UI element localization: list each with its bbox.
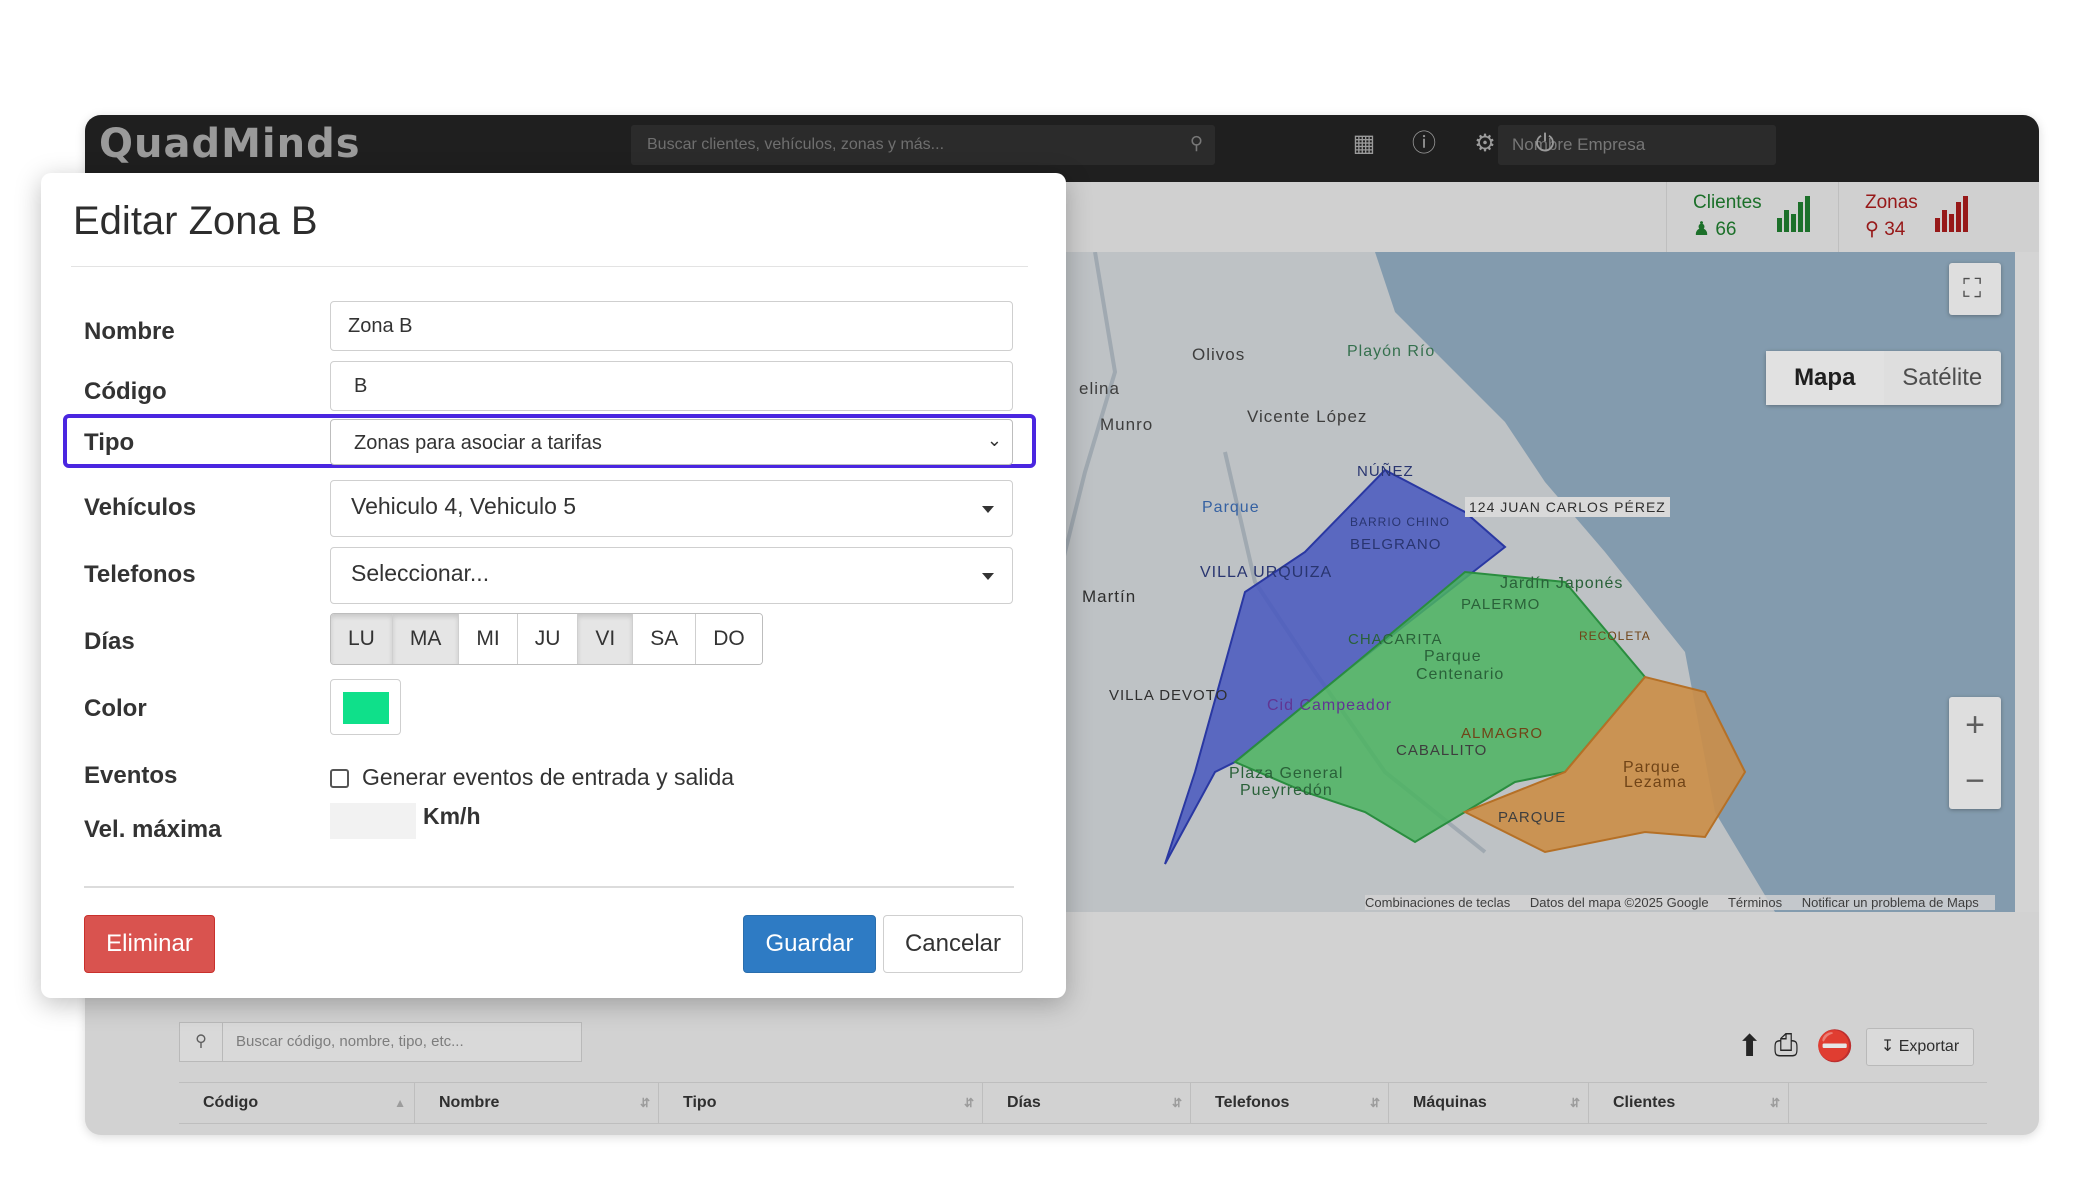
day-toggle-ma[interactable]: MA — [392, 614, 460, 664]
day-toggle-do[interactable]: DO — [696, 614, 762, 664]
telefonos-select[interactable]: Seleccionar... — [330, 547, 1013, 604]
color-swatch — [343, 692, 389, 724]
nombre-label: Nombre — [84, 318, 175, 345]
vel-unit-label: Km/h — [423, 803, 481, 829]
eventos-label: Eventos — [84, 762, 178, 789]
day-toggle-lu[interactable]: LU — [331, 614, 393, 664]
days-button-group: LU MA MI JU VI SA DO — [330, 613, 763, 665]
eventos-checkbox-label[interactable]: Generar eventos de entrada y salida — [362, 764, 734, 791]
telefonos-label: Telefonos — [84, 561, 196, 588]
top-navbar: QuadMinds Buscar clientes, vehículos, zo… — [85, 115, 2039, 182]
search-icon: ⚲ — [1189, 133, 1203, 153]
caret-down-icon — [982, 506, 994, 513]
delete-button[interactable]: Eliminar — [84, 915, 215, 973]
day-toggle-ju[interactable]: JU — [517, 614, 579, 664]
save-button[interactable]: Guardar — [743, 915, 876, 973]
day-toggle-vi[interactable]: VI — [578, 614, 634, 664]
help-icon[interactable]: ⓘ — [1409, 129, 1439, 159]
tipo-select[interactable]: Zonas para asociar a tarifas ⌄ — [330, 419, 1013, 465]
dias-label: Días — [84, 628, 135, 655]
global-search-placeholder: Buscar clientes, vehículos, zonas y más.… — [647, 136, 945, 153]
title-divider — [71, 266, 1028, 267]
tipo-value: Zonas para asociar a tarifas — [354, 432, 602, 454]
vel-maxima-input[interactable] — [330, 803, 416, 839]
codigo-value: B — [354, 375, 368, 397]
apps-grid-icon[interactable]: ▦ — [1349, 129, 1379, 159]
power-icon[interactable]: ⏻ — [1530, 129, 1560, 159]
codigo-label: Código — [84, 378, 167, 405]
chevron-down-icon: ⌄ — [986, 430, 1002, 450]
vehiculos-value: Vehiculo 4, Vehiculo 5 — [351, 493, 577, 519]
vehiculos-label: Vehículos — [84, 494, 197, 521]
codigo-input[interactable]: B — [330, 361, 1013, 411]
day-toggle-mi[interactable]: MI — [459, 614, 518, 664]
modal-title: Editar Zona B — [73, 199, 318, 243]
footer-divider — [84, 886, 1014, 888]
color-picker[interactable] — [330, 679, 401, 735]
eventos-checkbox[interactable] — [330, 769, 349, 788]
vehiculos-select[interactable]: Vehiculo 4, Vehiculo 5 — [330, 480, 1013, 537]
edit-zone-modal: Editar Zona B Nombre Zona B Código B Tip… — [41, 173, 1066, 998]
logo: QuadMinds — [99, 121, 361, 167]
vel-maxima-label: Vel. máxima — [84, 816, 222, 843]
day-toggle-sa[interactable]: SA — [633, 614, 697, 664]
color-label: Color — [84, 695, 147, 722]
caret-down-icon — [982, 573, 994, 580]
cancel-button[interactable]: Cancelar — [883, 915, 1023, 973]
gear-icon[interactable]: ⚙ — [1470, 129, 1500, 159]
telefonos-value: Seleccionar... — [351, 560, 490, 586]
global-search-input[interactable]: Buscar clientes, vehículos, zonas y más.… — [631, 125, 1215, 165]
nombre-value: Zona B — [348, 315, 413, 337]
nombre-input[interactable]: Zona B — [330, 301, 1013, 351]
